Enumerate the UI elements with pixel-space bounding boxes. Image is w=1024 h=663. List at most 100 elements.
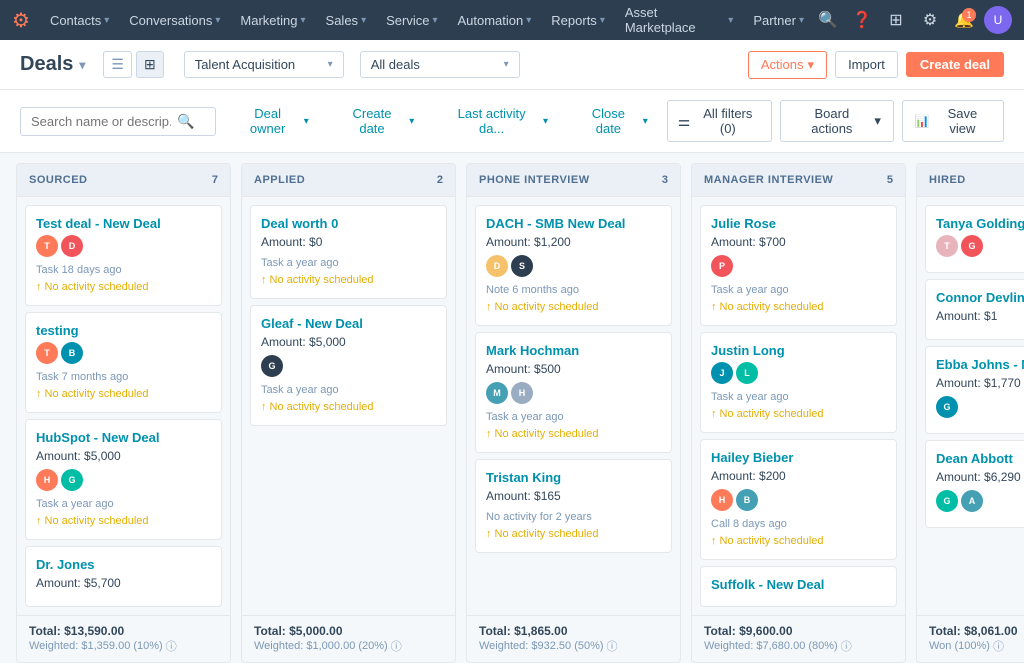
deal-card[interactable]: Tanya GoldingTG (925, 205, 1024, 273)
filter-preset-dropdown[interactable]: All deals ▾ (360, 51, 520, 78)
deal-meta: Task a year ago↑ No activity scheduled (711, 389, 886, 422)
deal-no-activity: ↑ No activity scheduled (711, 406, 886, 423)
pipeline-dropdown[interactable]: Talent Acquisition ▾ (184, 51, 344, 78)
deal-last-activity: Task a year ago (36, 496, 211, 513)
deal-last-activity: Task a year ago (261, 255, 436, 272)
deal-last-activity: Task 18 days ago (36, 262, 211, 279)
nav-conversations[interactable]: Conversations ▾ (119, 0, 230, 40)
all-filters-button[interactable]: ⚌ All filters (0) (667, 100, 773, 142)
deal-card[interactable]: testingTBTask 7 months ago↑ No activity … (25, 312, 222, 413)
deal-card[interactable]: HubSpot - New DealAmount: $5,000HGTask a… (25, 419, 222, 540)
deals-title[interactable]: Deals ▾ (20, 53, 85, 76)
nav-service[interactable]: Service ▾ (376, 0, 447, 40)
avatar: L (736, 362, 758, 384)
deal-card[interactable]: Dean AbbottAmount: $6,290GA (925, 440, 1024, 528)
deal-no-activity: ↑ No activity scheduled (36, 279, 211, 296)
nav-marketing[interactable]: Marketing ▾ (230, 0, 315, 40)
pipeline-select: Talent Acquisition ▾ (184, 51, 344, 78)
chevron-down-icon: ▾ (600, 15, 605, 26)
deal-name: Tanya Golding (936, 216, 1024, 231)
create-date-filter[interactable]: Create date ▾ (328, 100, 425, 142)
deal-name: Dean Abbott (936, 451, 1024, 466)
search-input[interactable] (31, 114, 171, 129)
info-icon[interactable]: ⓘ (993, 638, 1004, 654)
deal-no-activity: ↑ No activity scheduled (486, 299, 661, 316)
deal-card[interactable]: Test deal - New DealTDTask 18 days ago↑ … (25, 205, 222, 306)
avatar: D (486, 255, 508, 277)
apps-icon[interactable]: ⊞ (882, 6, 910, 34)
search-box[interactable]: 🔍 (20, 107, 216, 136)
create-deal-button[interactable]: Create deal (906, 52, 1004, 77)
column-count-phone_interview: 3 (662, 174, 668, 186)
top-navigation: ⚙ Contacts ▾ Conversations ▾ Marketing ▾… (0, 0, 1024, 40)
avatar: D (61, 235, 83, 257)
actions-button[interactable]: Actions ▾ (748, 51, 827, 79)
deal-avatars: JL (711, 362, 886, 384)
info-icon[interactable]: ⓘ (607, 638, 618, 654)
last-activity-filter[interactable]: Last activity da... ▾ (433, 100, 559, 142)
deal-card[interactable]: Julie RoseAmount: $700PTask a year ago↑ … (700, 205, 897, 326)
deal-card[interactable]: Gleaf - New DealAmount: $5,000GTask a ye… (250, 305, 447, 426)
deal-card[interactable]: Justin LongJLTask a year ago↑ No activit… (700, 332, 897, 433)
deal-meta: Task a year ago↑ No activity scheduled (261, 255, 436, 288)
import-button[interactable]: Import (835, 51, 898, 78)
deal-card[interactable]: Tristan KingAmount: $165No activity for … (475, 459, 672, 553)
user-avatar[interactable]: U (984, 6, 1012, 34)
settings-icon[interactable]: ⚙ (916, 6, 944, 34)
deal-amount: Amount: $5,000 (36, 449, 211, 463)
deal-meta: Task a year ago↑ No activity scheduled (36, 496, 211, 529)
deal-name: Tristan King (486, 470, 661, 485)
deal-owner-filter[interactable]: Deal owner ▾ (224, 100, 319, 142)
deal-no-activity: ↑ No activity scheduled (711, 533, 886, 550)
nav-contacts[interactable]: Contacts ▾ (40, 0, 119, 40)
deal-card[interactable]: Mark HochmanAmount: $500MHTask a year ag… (475, 332, 672, 453)
board-view-button[interactable]: ⊞ (136, 51, 164, 78)
deal-last-activity: Task a year ago (261, 382, 436, 399)
info-icon[interactable]: ⓘ (166, 638, 177, 654)
chevron-down-icon: ▾ (215, 15, 220, 26)
deal-card[interactable]: Hailey BieberAmount: $200HBCall 8 days a… (700, 439, 897, 560)
chevron-down-icon: ▾ (799, 15, 804, 26)
deal-name: Hailey Bieber (711, 450, 886, 465)
notification-badge: 1 (962, 8, 976, 22)
info-icon[interactable]: ⓘ (391, 638, 402, 654)
chevron-down-icon: ▾ (328, 59, 333, 70)
deal-amount: Amount: $0 (261, 235, 436, 249)
nav-sales[interactable]: Sales ▾ (316, 0, 377, 40)
nav-asset-marketplace[interactable]: Asset Marketplace ▾ (615, 0, 743, 40)
column-weighted: Weighted: $1,000.00 (20%) ⓘ (254, 638, 443, 654)
deal-card[interactable]: Dr. JonesAmount: $5,700 (25, 546, 222, 607)
board-actions-button[interactable]: Board actions ▾ (780, 100, 894, 142)
deal-name: Deal worth 0 (261, 216, 436, 231)
nav-reports[interactable]: Reports ▾ (541, 0, 615, 40)
deal-card[interactable]: Deal worth 0 Amount: $0 Task a year ago↑ N… (250, 205, 447, 299)
view-toggle: ☰ ⊞ (103, 51, 163, 78)
avatar: H (711, 489, 733, 511)
hubspot-logo[interactable]: ⚙ (12, 8, 30, 33)
deal-card[interactable]: Ebba Johns - New DealAmount: $1,770G (925, 346, 1024, 434)
deal-card[interactable]: DACH - SMB New DealAmount: $1,200DSNote … (475, 205, 672, 326)
deal-card[interactable]: Connor DevlinAmount: $1 (925, 279, 1024, 340)
deal-card[interactable]: Suffolk - New Deal (700, 566, 897, 607)
column-total: Total: $8,061.00 (929, 624, 1024, 638)
close-date-filter[interactable]: Close date ▾ (567, 100, 659, 142)
deal-last-activity: Task a year ago (711, 389, 886, 406)
list-view-button[interactable]: ☰ (103, 51, 132, 78)
avatar: G (936, 396, 958, 418)
deal-amount: Amount: $700 (711, 235, 886, 249)
column-weighted: Won (100%) ⓘ (929, 638, 1024, 654)
search-icon[interactable]: 🔍 (814, 6, 842, 34)
save-view-button[interactable]: 📊 Save view (902, 100, 1004, 142)
chevron-down-icon: ▾ (301, 15, 306, 26)
nav-automation[interactable]: Automation ▾ (447, 0, 541, 40)
deal-avatars: TB (36, 342, 211, 364)
nav-partner[interactable]: Partner ▾ (743, 0, 814, 40)
notifications-icon[interactable]: 🔔 1 (950, 6, 978, 34)
deal-amount: Amount: $5,700 (36, 576, 211, 590)
kanban-board: SOURCED7Test deal - New DealTDTask 18 da… (0, 153, 1024, 663)
deal-no-activity: ↑ No activity scheduled (261, 399, 436, 416)
info-icon[interactable]: ⓘ (841, 638, 852, 654)
deal-name: Mark Hochman (486, 343, 661, 358)
help-icon[interactable]: ❓ (848, 6, 876, 34)
column-body-sourced: Test deal - New DealTDTask 18 days ago↑ … (17, 197, 230, 615)
